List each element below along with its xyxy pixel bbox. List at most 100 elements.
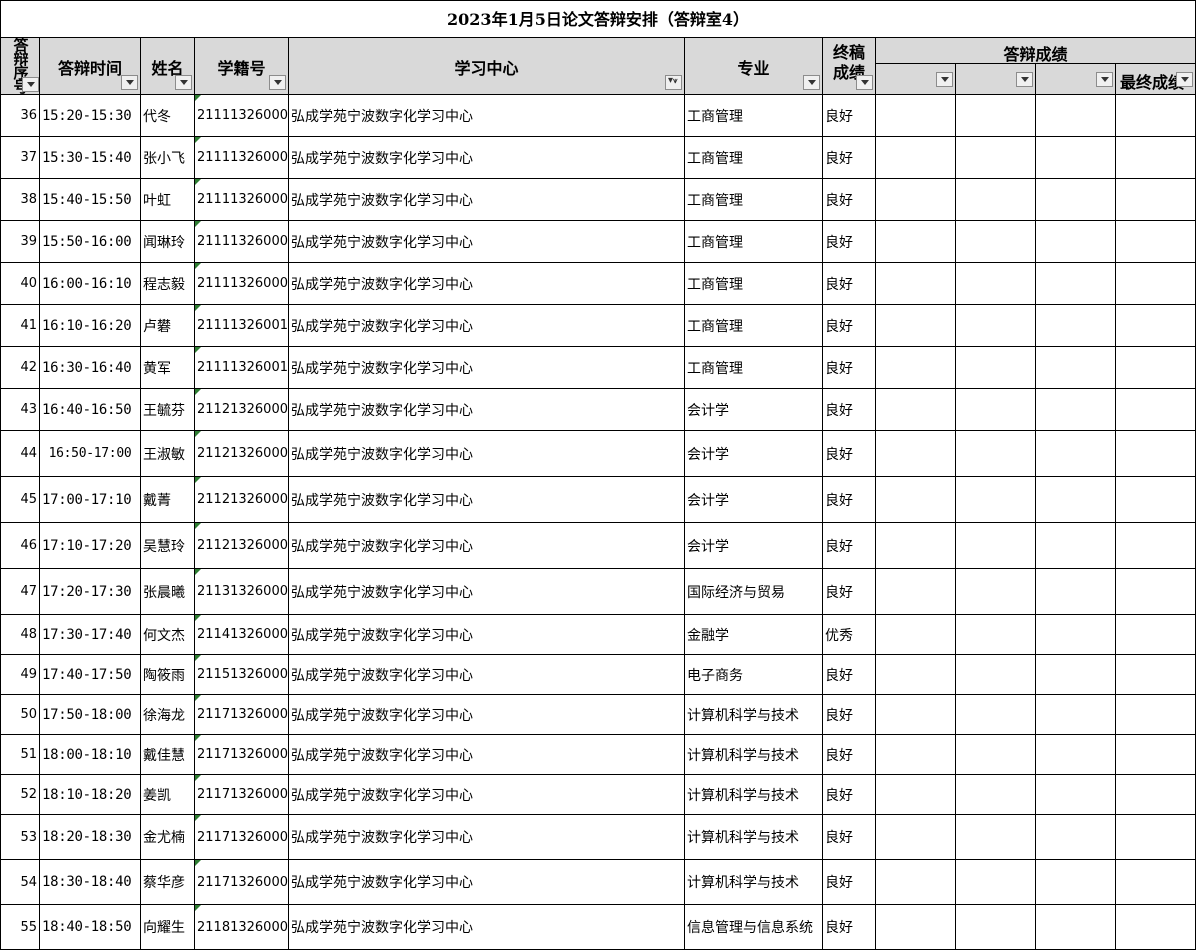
cell-d2[interactable] — [956, 137, 1036, 179]
cell-d2[interactable] — [956, 775, 1036, 815]
cell-d1[interactable] — [876, 137, 956, 179]
cell-d4[interactable] — [1116, 735, 1196, 775]
cell-d4[interactable] — [1116, 477, 1196, 523]
cell-d3[interactable] — [1036, 179, 1116, 221]
cell-d1[interactable] — [876, 431, 956, 477]
filter-dropdown-time[interactable] — [121, 75, 138, 90]
cell-d2[interactable] — [956, 179, 1036, 221]
cell-d2[interactable] — [956, 477, 1036, 523]
cell-d3[interactable] — [1036, 655, 1116, 695]
cell-d4[interactable] — [1116, 137, 1196, 179]
cell-d2[interactable] — [956, 305, 1036, 347]
cell-d4[interactable] — [1116, 569, 1196, 615]
cell-d1[interactable] — [876, 305, 956, 347]
cell-text: 代冬 — [143, 108, 171, 125]
cell-text: 计算机科学与技术 — [687, 707, 799, 724]
cell-d4[interactable] — [1116, 615, 1196, 655]
filter-dropdown-defense-4[interactable] — [1176, 72, 1193, 87]
cell-d1[interactable] — [876, 905, 956, 950]
cell-d3[interactable] — [1036, 137, 1116, 179]
cell-d3[interactable] — [1036, 905, 1116, 950]
filter-dropdown-center[interactable] — [665, 75, 682, 90]
cell-d3[interactable] — [1036, 569, 1116, 615]
cell-d3[interactable] — [1036, 615, 1116, 655]
cell-d1[interactable] — [876, 615, 956, 655]
cell-d3[interactable] — [1036, 431, 1116, 477]
cell-d2[interactable] — [956, 615, 1036, 655]
cell-d2[interactable] — [956, 905, 1036, 950]
cell-d2[interactable] — [956, 389, 1036, 431]
cell-d1[interactable] — [876, 477, 956, 523]
cell-d4[interactable] — [1116, 221, 1196, 263]
cell-d1[interactable] — [876, 95, 956, 137]
cell-d3[interactable] — [1036, 347, 1116, 389]
cell-d2[interactable] — [956, 735, 1036, 775]
comment-marker — [195, 775, 201, 781]
cell-d2[interactable] — [956, 347, 1036, 389]
cell-d1[interactable] — [876, 775, 956, 815]
cell-d3[interactable] — [1036, 221, 1116, 263]
cell-d1[interactable] — [876, 655, 956, 695]
cell-d3[interactable] — [1036, 695, 1116, 735]
cell-seq: 37 — [0, 137, 40, 179]
cell-d3[interactable] — [1036, 263, 1116, 305]
sheet-title: 2023年1月5日论文答辩安排（答辩室4） — [0, 0, 1196, 38]
filter-dropdown-defense-2[interactable] — [1016, 72, 1033, 87]
cell-d1[interactable] — [876, 523, 956, 569]
cell-d3[interactable] — [1036, 305, 1116, 347]
cell-d1[interactable] — [876, 569, 956, 615]
cell-d4[interactable] — [1116, 179, 1196, 221]
cell-d2[interactable] — [956, 860, 1036, 905]
cell-d2[interactable] — [956, 431, 1036, 477]
cell-d3[interactable] — [1036, 735, 1116, 775]
cell-d3[interactable] — [1036, 775, 1116, 815]
cell-grade: 良好 — [823, 347, 876, 389]
cell-d2[interactable] — [956, 523, 1036, 569]
filter-dropdown-final-draft[interactable] — [856, 75, 873, 90]
cell-d1[interactable] — [876, 695, 956, 735]
cell-d4[interactable] — [1116, 695, 1196, 735]
cell-d2[interactable] — [956, 569, 1036, 615]
cell-d2[interactable] — [956, 695, 1036, 735]
comment-marker — [195, 137, 201, 143]
cell-d1[interactable] — [876, 179, 956, 221]
cell-d4[interactable] — [1116, 815, 1196, 860]
cell-d4[interactable] — [1116, 655, 1196, 695]
filter-dropdown-defense-3[interactable] — [1096, 72, 1113, 87]
filter-dropdown-seq[interactable] — [22, 77, 39, 92]
cell-d1[interactable] — [876, 347, 956, 389]
cell-d4[interactable] — [1116, 95, 1196, 137]
cell-d1[interactable] — [876, 735, 956, 775]
cell-d1[interactable] — [876, 860, 956, 905]
cell-d4[interactable] — [1116, 263, 1196, 305]
filter-dropdown-major[interactable] — [803, 75, 820, 90]
cell-d2[interactable] — [956, 815, 1036, 860]
cell-d2[interactable] — [956, 263, 1036, 305]
cell-text: 良好 — [825, 875, 853, 891]
cell-d1[interactable] — [876, 389, 956, 431]
cell-d1[interactable] — [876, 815, 956, 860]
cell-d3[interactable] — [1036, 477, 1116, 523]
cell-text: 弘成学苑宁波数字化学习中心 — [291, 234, 473, 251]
cell-d3[interactable] — [1036, 815, 1116, 860]
cell-d1[interactable] — [876, 221, 956, 263]
cell-d4[interactable] — [1116, 305, 1196, 347]
cell-d3[interactable] — [1036, 95, 1116, 137]
cell-d4[interactable] — [1116, 347, 1196, 389]
cell-d2[interactable] — [956, 95, 1036, 137]
cell-d2[interactable] — [956, 655, 1036, 695]
filter-dropdown-name[interactable] — [175, 75, 192, 90]
cell-d3[interactable] — [1036, 860, 1116, 905]
filter-dropdown-defense-1[interactable] — [936, 72, 953, 87]
cell-d4[interactable] — [1116, 389, 1196, 431]
cell-d4[interactable] — [1116, 905, 1196, 950]
cell-d1[interactable] — [876, 263, 956, 305]
cell-d4[interactable] — [1116, 523, 1196, 569]
cell-d4[interactable] — [1116, 860, 1196, 905]
cell-d2[interactable] — [956, 221, 1036, 263]
cell-d4[interactable] — [1116, 431, 1196, 477]
cell-d3[interactable] — [1036, 389, 1116, 431]
cell-d3[interactable] — [1036, 523, 1116, 569]
cell-d4[interactable] — [1116, 775, 1196, 815]
filter-dropdown-student-id[interactable] — [269, 75, 286, 90]
